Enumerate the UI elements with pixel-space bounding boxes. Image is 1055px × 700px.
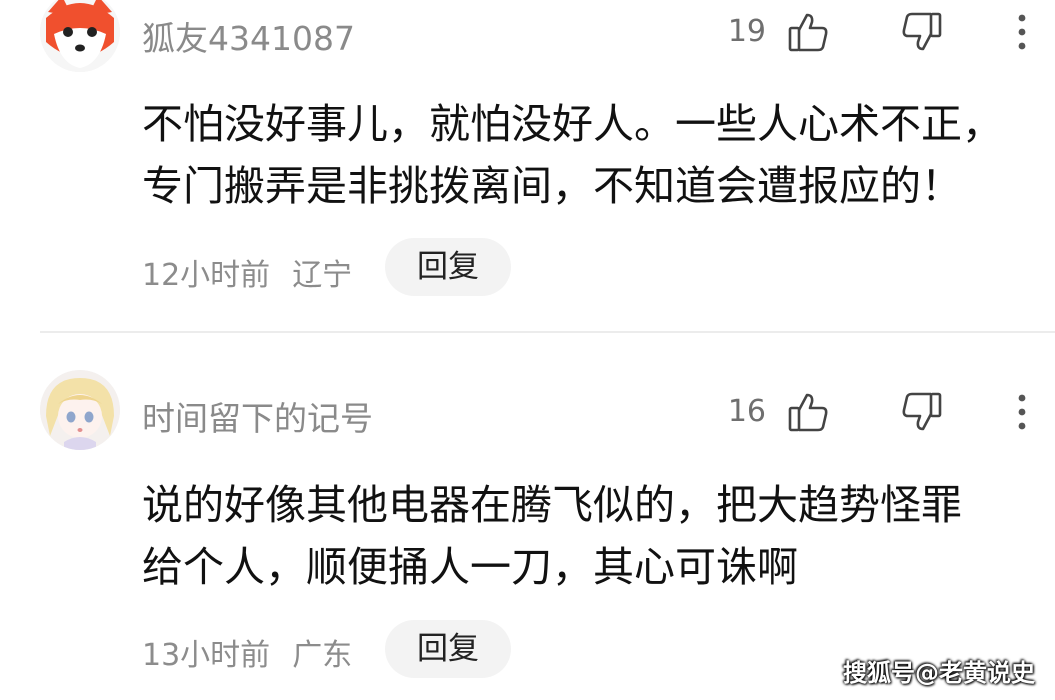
comment-meta: 13小时前 广东 [142, 630, 352, 674]
more-vertical-icon[interactable] [1008, 390, 1052, 434]
like-count: 19 [727, 14, 766, 49]
comment-location: 辽宁 [292, 258, 353, 293]
thumbs-up-icon[interactable] [786, 390, 830, 434]
fox-avatar-icon[interactable] [40, 0, 120, 72]
like-count: 16 [727, 394, 766, 429]
watermark: 搜狐号@老黄说史 [843, 659, 1035, 687]
reply-button[interactable]: 回复 [385, 620, 511, 678]
comment-location: 广东 [292, 638, 353, 673]
comment-meta: 12小时前 辽宁 [142, 250, 352, 294]
reply-button[interactable]: 回复 [385, 238, 511, 296]
divider [40, 331, 1055, 333]
comment-content: 说的好像其他电器在腾飞似的，把大趋势怪罪 给个人，顺便捅人一刀，其心可诛啊 [142, 474, 1022, 598]
comment-item: 时间留下的记号 16 说的好像其他电器在腾飞似的，把大趋势怪罪 给个人，顺便捅人… [0, 340, 1055, 700]
thumbs-up-icon[interactable] [786, 10, 830, 54]
username[interactable]: 狐友4341087 [142, 12, 355, 60]
comment-content-line: 说的好像其他电器在腾飞似的，把大趋势怪罪 [142, 481, 962, 529]
comment-content-line: 不怕没好事儿，就怕没好人。一些人心术不正， [142, 100, 1003, 148]
comment-time: 12小时前 [142, 258, 271, 293]
comment-time: 13小时前 [142, 638, 271, 673]
username[interactable]: 时间留下的记号 [142, 392, 373, 440]
thumbs-down-icon[interactable] [900, 390, 944, 434]
comment-item: 狐友4341087 19 不怕没好事儿，就怕没好人。一些人心术不正， 专门搬弄是… [0, 0, 1055, 330]
comment-content-line: 给个人，顺便捅人一刀，其心可诛啊 [142, 543, 798, 591]
comment-content-line: 专门搬弄是非挑拨离间，不知道会遭报应的！ [142, 162, 962, 210]
anime-girl-avatar-icon[interactable] [40, 370, 120, 450]
thumbs-down-icon[interactable] [900, 10, 944, 54]
more-vertical-icon[interactable] [1008, 10, 1052, 54]
comment-content: 不怕没好事儿，就怕没好人。一些人心术不正， 专门搬弄是非挑拨离间，不知道会遭报应… [142, 93, 1022, 217]
